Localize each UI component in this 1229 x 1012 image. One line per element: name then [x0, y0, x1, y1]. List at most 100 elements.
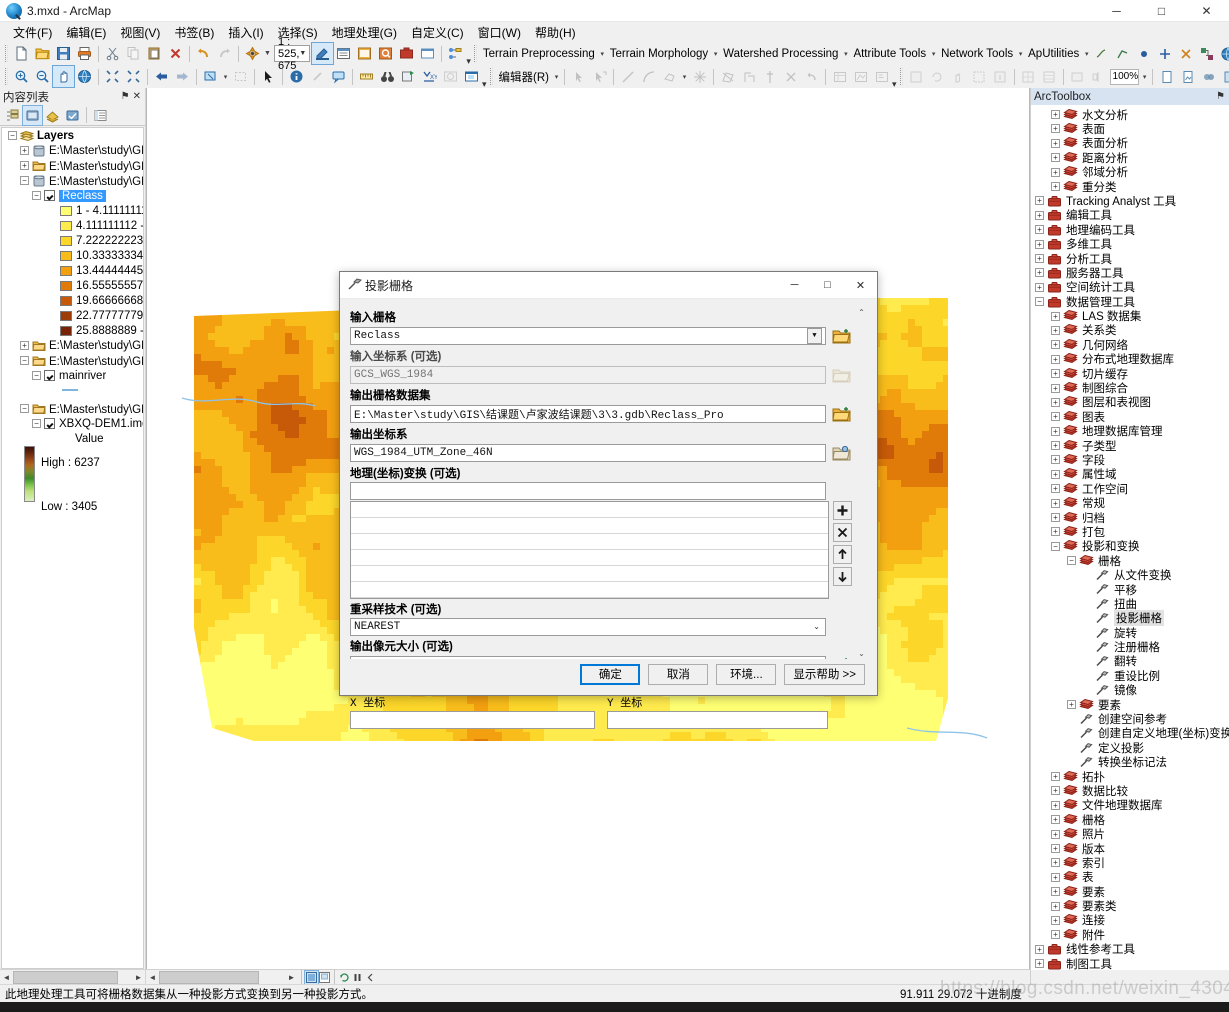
- toolbox-tree-item[interactable]: 转换坐标记法: [1031, 755, 1229, 769]
- geo-transform-field[interactable]: [350, 482, 826, 500]
- collapse-icon[interactable]: −: [20, 356, 29, 365]
- minimize-icon[interactable]: ─: [1094, 0, 1139, 22]
- toolbox-tree-item[interactable]: 创建空间参考: [1031, 712, 1229, 726]
- expand-icon[interactable]: +: [1035, 196, 1044, 206]
- toc-group-la[interactable]: + E:\Master\study\GIS\La: [2, 338, 143, 353]
- toolbar-grip[interactable]: [899, 68, 903, 85]
- time-slider-icon[interactable]: [440, 66, 461, 87]
- delete-icon[interactable]: [165, 43, 186, 64]
- network-tool-icon[interactable]: [1196, 43, 1217, 64]
- chevron-down-icon[interactable]: ▾: [680, 66, 689, 87]
- toolbox-tree-item[interactable]: + 归档: [1031, 510, 1229, 525]
- close-icon[interactable]: ✕: [133, 91, 141, 102]
- menu-file[interactable]: 文件(F): [6, 22, 59, 43]
- toc-group-dem[interactable]: − E:\Master\study\GIS\结: [2, 401, 143, 416]
- expand-icon[interactable]: +: [20, 161, 29, 170]
- expand-icon[interactable]: +: [1051, 325, 1060, 335]
- toolbox-tree-item[interactable]: + 图表: [1031, 410, 1229, 424]
- arctoolbox-tree[interactable]: + 水文分析 + 表面 + 表面分析 + 距离分析 + 邻域分析 + 重分类 + Tracking Ana…: [1031, 105, 1229, 971]
- toolbox-tree-item[interactable]: + 打包: [1031, 525, 1229, 539]
- fixed-zoom-in-icon[interactable]: [102, 66, 123, 87]
- terrain-preprocessing-menu[interactable]: Terrain Preprocessing: [480, 46, 598, 62]
- expand-icon[interactable]: +: [1051, 383, 1060, 393]
- go-back-extent-icon[interactable]: [151, 66, 172, 87]
- go-forward-extent-icon[interactable]: [172, 66, 193, 87]
- raster-flip-icon[interactable]: [1088, 66, 1109, 87]
- reclass-visibility-checkbox[interactable]: [44, 190, 55, 201]
- terrain-morphology-menu[interactable]: Terrain Morphology: [607, 46, 711, 62]
- toolbox-tree-item[interactable]: + 栅格: [1031, 813, 1229, 827]
- environments-button[interactable]: 环境...: [716, 663, 777, 685]
- toc-layer-dem[interactable]: − XBXQ-DEM1.img: [2, 416, 143, 431]
- expand-icon[interactable]: +: [1051, 930, 1060, 940]
- dem-visibility-checkbox[interactable]: [44, 418, 55, 429]
- toolbox-tree-item[interactable]: + 制图工具: [1031, 956, 1229, 970]
- undo-edit-icon[interactable]: [801, 66, 822, 87]
- pause-drawing-icon[interactable]: [351, 971, 364, 984]
- scroll-track[interactable]: [13, 970, 132, 984]
- expand-icon[interactable]: +: [1051, 138, 1060, 148]
- toolbox-tree-item[interactable]: + 索引: [1031, 856, 1229, 870]
- attributes-table-icon[interactable]: [829, 66, 850, 87]
- editor-toolbar-toggle-icon[interactable]: [311, 42, 335, 65]
- data-view-icon[interactable]: [304, 969, 319, 985]
- find-binoculars-icon[interactable]: [377, 66, 398, 87]
- zoom-out-icon[interactable]: [32, 66, 53, 87]
- toolbar-grip[interactable]: [5, 45, 8, 62]
- create-features-icon[interactable]: [871, 66, 892, 87]
- move-up-icon[interactable]: [833, 545, 852, 564]
- toolbox-tree-item[interactable]: − 数据管理工具: [1031, 294, 1229, 309]
- add-control-points-icon[interactable]: [1018, 66, 1039, 87]
- toc-root-layers[interactable]: − Layers: [2, 128, 143, 143]
- expand-icon[interactable]: +: [1051, 815, 1060, 825]
- rotate-tool-icon[interactable]: [759, 66, 780, 87]
- expand-icon[interactable]: +: [1051, 311, 1060, 321]
- expand-icon[interactable]: +: [1035, 282, 1044, 292]
- toolbar-overflow-icon[interactable]: ▾: [482, 80, 487, 89]
- add-transform-icon[interactable]: [833, 501, 852, 520]
- expand-icon[interactable]: +: [1051, 397, 1060, 407]
- toolbox-tree-item[interactable]: + 关系类: [1031, 323, 1229, 337]
- y-coordinate-field[interactable]: [607, 711, 828, 729]
- expand-icon[interactable]: +: [1051, 340, 1060, 350]
- open-document-icon[interactable]: [32, 43, 53, 64]
- list-by-visibility-icon[interactable]: [43, 106, 62, 125]
- chevron-down-icon[interactable]: ▼: [807, 328, 822, 344]
- toolbox-tree-item[interactable]: 翻转: [1031, 654, 1229, 668]
- previous-extent-icon[interactable]: [364, 971, 377, 984]
- output-cs-field[interactable]: WGS_1984_UTM_Zone_46N: [350, 444, 826, 462]
- expand-icon[interactable]: +: [1051, 498, 1060, 508]
- chevron-down-icon[interactable]: ▾: [929, 43, 938, 64]
- toolbox-tree-item[interactable]: 注册栅格: [1031, 640, 1229, 654]
- toolbox-tree-item[interactable]: + 切片缓存: [1031, 366, 1229, 381]
- expand-icon[interactable]: +: [1051, 369, 1060, 379]
- collapse-icon[interactable]: −: [32, 419, 41, 428]
- fixed-zoom-out-icon[interactable]: [123, 66, 144, 87]
- toolbox-tree-item[interactable]: + 常规: [1031, 496, 1229, 510]
- save-icon[interactable]: [53, 43, 74, 64]
- collapse-icon[interactable]: −: [32, 191, 41, 200]
- x-coordinate-field[interactable]: [350, 711, 595, 729]
- menu-customize[interactable]: 自定义(C): [404, 22, 471, 43]
- expand-icon[interactable]: +: [1051, 484, 1060, 494]
- pan-icon[interactable]: [52, 65, 75, 88]
- toolbox-tree-item[interactable]: 创建自定义地理(坐标)变换: [1031, 726, 1229, 740]
- undo-icon[interactable]: [193, 43, 214, 64]
- refresh-icon[interactable]: [338, 971, 351, 984]
- georeferencing-icon[interactable]: [906, 66, 927, 87]
- pin-icon[interactable]: ⚑: [121, 91, 130, 102]
- toc-options-icon[interactable]: [91, 106, 110, 125]
- toolbox-tree-item[interactable]: + 拓扑: [1031, 769, 1229, 784]
- watershed-processing-menu[interactable]: Watershed Processing: [720, 46, 841, 62]
- expand-icon[interactable]: +: [1051, 153, 1060, 163]
- delete-vertex-icon[interactable]: [780, 66, 801, 87]
- toolbox-tree-item[interactable]: 平移: [1031, 582, 1229, 597]
- toolbox-tree-item[interactable]: 从文件变换: [1031, 568, 1229, 582]
- input-raster-browse-button[interactable]: [830, 326, 852, 346]
- expand-icon[interactable]: +: [1051, 901, 1060, 911]
- toolbox-tree-item[interactable]: + 距离分析: [1031, 151, 1229, 165]
- chevron-down-icon[interactable]: ▾: [598, 43, 607, 64]
- expand-icon[interactable]: +: [1035, 268, 1044, 278]
- attribute-tools-menu[interactable]: Attribute Tools: [850, 46, 929, 62]
- toolbox-tree-item[interactable]: − 栅格: [1031, 554, 1229, 568]
